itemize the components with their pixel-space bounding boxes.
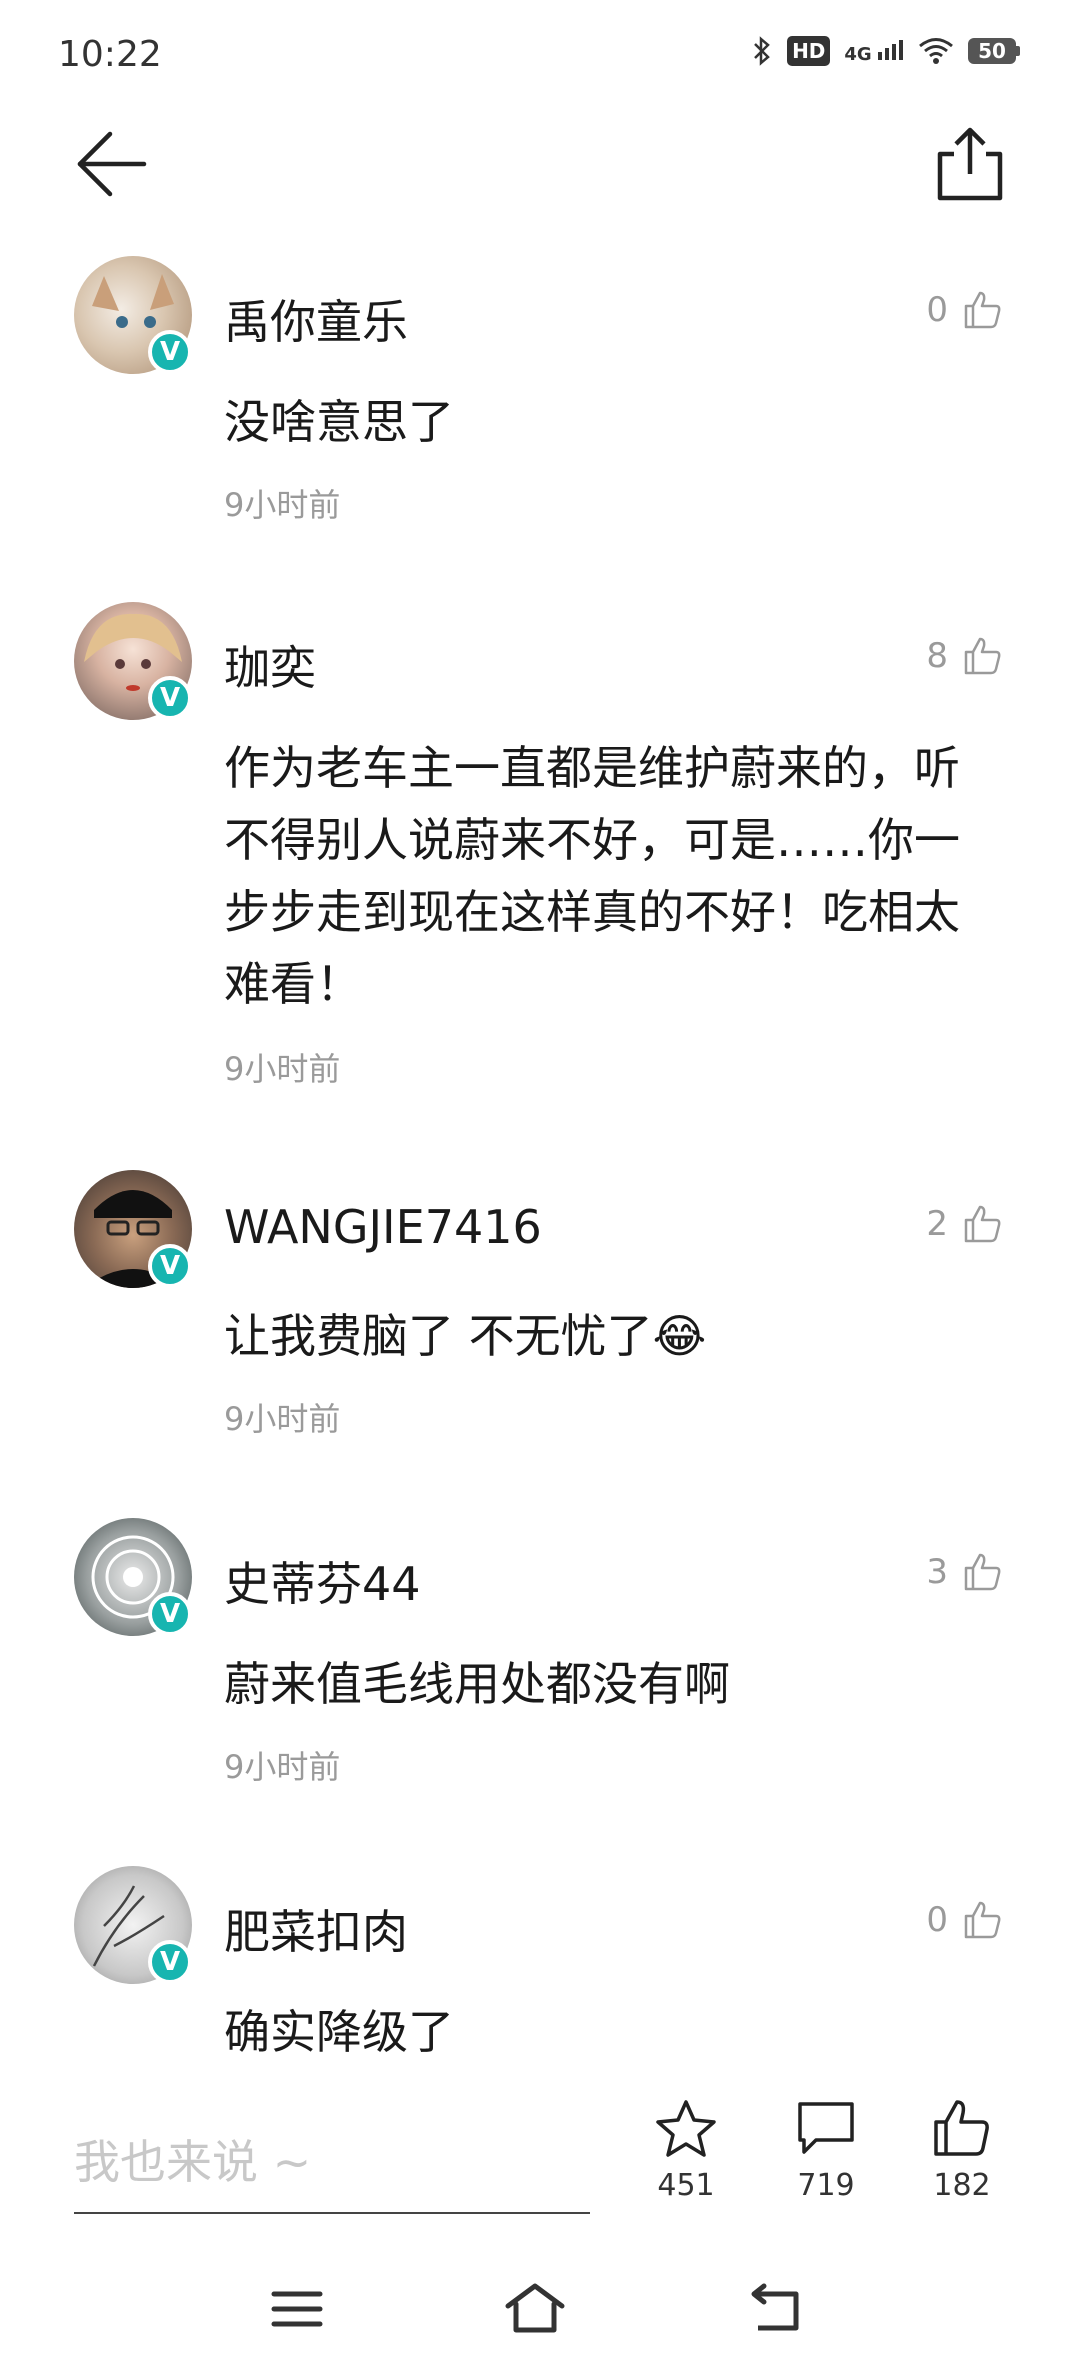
comment-text: 确实降级了	[224, 2005, 454, 2059]
bluetooth-icon	[754, 36, 770, 66]
like-count: 182	[933, 2168, 991, 2203]
comment-bubble-icon	[798, 2102, 854, 2154]
like-count: 0	[926, 290, 948, 330]
comment-text: 作为老车主一直都是维护蔚来的，听不得别人说蔚来不好，可是……你一步步走到现在这样…	[224, 741, 960, 1011]
status-bar: 10:22 HD 4G 50	[0, 0, 1080, 110]
home-icon	[505, 2283, 565, 2333]
system-nav-bar	[0, 2250, 1080, 2376]
like-button[interactable]: 2	[926, 1204, 1002, 1244]
comment-time: 9小时前	[224, 1050, 341, 1088]
battery-indicator: 50	[968, 38, 1020, 64]
comment-action-bar: 我也来说 ~ 451 719 182	[0, 2080, 1080, 2214]
input-underline	[74, 2212, 590, 2214]
like-button[interactable]: 0	[926, 1900, 1002, 1940]
hd-badge: HD	[787, 36, 831, 66]
comment-username[interactable]: WANGJIE7416	[224, 1200, 542, 1254]
avatar[interactable]: V	[74, 256, 194, 376]
verified-badge: V	[148, 676, 192, 720]
comment-username[interactable]: 史蒂芬44	[224, 1548, 421, 1614]
star-icon	[656, 2100, 716, 2157]
like-button[interactable]: 0	[926, 290, 1002, 330]
avatar[interactable]: V	[74, 1866, 194, 1986]
home-nav-button[interactable]	[500, 2274, 570, 2344]
like-count: 3	[926, 1552, 948, 1592]
thumbs-up-icon	[964, 1901, 1001, 1939]
menu-icon	[271, 2291, 323, 2327]
verified-badge: V	[148, 1244, 192, 1288]
verified-badge: V	[148, 1940, 192, 1984]
comment-text: 让我费脑了 不无忧了😂	[224, 1309, 707, 1363]
favorite-count: 451	[657, 2168, 715, 2203]
thumbs-up-icon	[964, 637, 1001, 675]
verified-badge: V	[148, 1592, 192, 1636]
comment-text: 没啥意思了	[224, 395, 454, 449]
thumbs-up-icon	[964, 291, 1001, 329]
like-count: 8	[926, 636, 948, 676]
comment-username[interactable]: 禹你童乐	[224, 286, 408, 352]
like-count: 2	[926, 1204, 948, 1244]
verified-badge: V	[148, 330, 192, 374]
avatar[interactable]: V	[74, 1170, 194, 1290]
wifi-icon	[919, 38, 953, 64]
share-button[interactable]	[930, 124, 1010, 204]
avatar[interactable]: V	[74, 1518, 194, 1638]
like-count: 0	[926, 1900, 948, 1940]
back-nav-button[interactable]	[740, 2274, 810, 2344]
like-post-button[interactable]: 182	[912, 2098, 1012, 2203]
comment-count: 719	[797, 2168, 855, 2203]
like-button[interactable]: 8	[926, 636, 1002, 676]
back-icon	[751, 2283, 799, 2331]
thumbs-up-icon	[934, 2100, 989, 2156]
favorite-button[interactable]: 451	[636, 2098, 736, 2203]
comment-text: 蔚来值毛线用处都没有啊	[224, 1657, 730, 1711]
comment-username[interactable]: 肥菜扣肉	[224, 1896, 408, 1962]
like-button[interactable]: 3	[926, 1552, 1002, 1592]
thumbs-up-icon	[964, 1205, 1001, 1243]
menu-nav-button[interactable]	[262, 2274, 332, 2344]
comment-time: 9小时前	[224, 1748, 341, 1786]
comment-username[interactable]: 珈奕	[224, 632, 316, 698]
share-icon	[937, 127, 1003, 201]
thumbs-up-icon	[964, 1553, 1001, 1591]
header	[0, 110, 1080, 220]
comments-button[interactable]: 719	[776, 2098, 876, 2203]
status-time: 10:22	[58, 34, 162, 75]
comment-input[interactable]: 我也来说 ~	[74, 2126, 311, 2192]
comment-time: 9小时前	[224, 486, 341, 524]
back-button[interactable]	[72, 124, 152, 204]
status-icons: HD 4G 50	[751, 36, 1020, 66]
arrow-left-icon	[77, 131, 147, 197]
signal-icon	[878, 39, 903, 60]
network-badge: 4G	[844, 38, 904, 65]
avatar[interactable]: V	[74, 602, 194, 722]
comment-time: 9小时前	[224, 1400, 341, 1438]
